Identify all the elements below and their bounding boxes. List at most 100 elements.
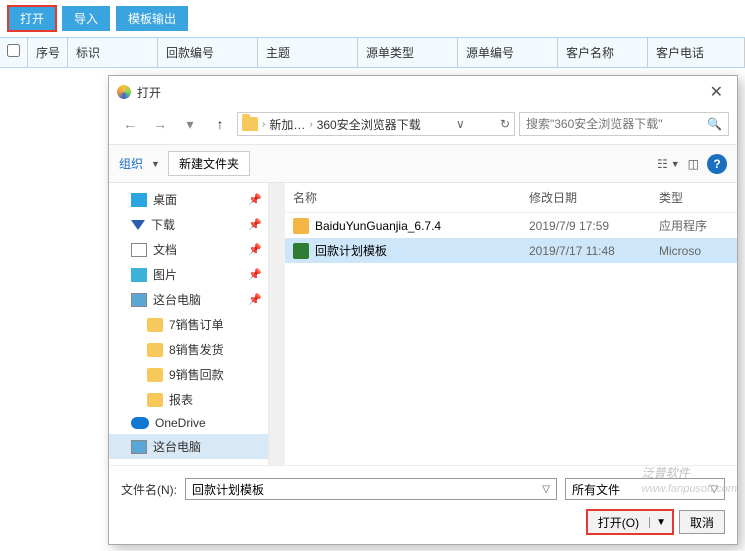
folder-icon	[147, 343, 163, 357]
tree-item-label: 报表	[169, 391, 193, 408]
tree-item-label: 下载	[151, 216, 175, 233]
tree-item-label: OneDrive	[155, 416, 206, 430]
close-button[interactable]: ✕	[704, 82, 729, 102]
view-mode-button[interactable]: ☷ ▼	[657, 157, 680, 171]
col-type[interactable]: 类型	[659, 189, 729, 206]
organize-menu[interactable]: 组织	[119, 155, 143, 172]
open-button[interactable]: 打开	[8, 6, 56, 31]
pin-icon: 📌	[248, 193, 262, 206]
dl-icon	[131, 220, 145, 230]
tree-item-label: 这台电脑	[153, 438, 201, 455]
refresh-icon[interactable]: ↻	[500, 117, 510, 131]
app-logo-icon	[117, 85, 131, 99]
open-file-dialog: 打开 ✕ ← → ▾ ↑ › 新加… › 360安全浏览器下载 ∨ ↻ 🔍 组织…	[108, 75, 738, 545]
tree-item[interactable]: 文档📌	[109, 237, 268, 262]
file-type: 应用程序	[659, 217, 729, 234]
col-subject[interactable]: 主题	[258, 38, 358, 67]
pin-icon: 📌	[248, 293, 262, 306]
tree-item[interactable]: 下载 📌	[109, 212, 268, 237]
tree-item[interactable]: 9销售回款	[109, 362, 268, 387]
open-file-button[interactable]: 打开(O) ▼	[587, 510, 673, 534]
select-all-checkbox[interactable]	[7, 44, 20, 57]
col-src-code[interactable]: 源单编号	[458, 38, 558, 67]
col-code[interactable]: 回款编号	[158, 38, 258, 67]
app-toolbar: 打开 导入 模板输出	[0, 0, 745, 37]
folder-icon	[147, 368, 163, 382]
import-button[interactable]: 导入	[62, 6, 110, 31]
tree-item[interactable]: 这台电脑	[109, 434, 268, 459]
tree-item[interactable]: 7销售订单	[109, 312, 268, 337]
pin-icon: 📌	[248, 268, 262, 281]
pc-icon	[131, 440, 147, 454]
cancel-button-label: 取消	[680, 514, 724, 531]
tree-item-label: 9销售回款	[169, 366, 224, 383]
filename-combobox[interactable]: ▽	[185, 478, 557, 500]
address-bar: ← → ▾ ↑ › 新加… › 360安全浏览器下载 ∨ ↻ 🔍	[109, 108, 737, 144]
pin-icon: 📌	[248, 243, 262, 256]
col-name[interactable]: 名称	[293, 189, 529, 206]
file-row[interactable]: 回款计划模板2019/7/17 11:48Microso	[285, 238, 737, 263]
col-modified[interactable]: 修改日期	[529, 189, 659, 206]
crumb-part1[interactable]: 新加…	[269, 116, 305, 133]
col-tel[interactable]: 客户电话	[648, 38, 745, 67]
file-row[interactable]: BaiduYunGuanjia_6.7.4 2019/7/9 17:59应用程序	[285, 213, 737, 238]
crumb-part2[interactable]: 360安全浏览器下载	[317, 116, 421, 133]
breadcrumb[interactable]: › 新加… › 360安全浏览器下载 ∨ ↻	[237, 112, 515, 136]
new-folder-button[interactable]: 新建文件夹	[168, 151, 250, 176]
col-mark[interactable]: 标识	[68, 38, 158, 67]
tree-item-label: 这台电脑	[153, 291, 201, 308]
preview-pane-button[interactable]: ◫	[688, 157, 699, 171]
address-dropdown-icon[interactable]: ∨	[456, 117, 465, 131]
search-icon[interactable]: 🔍	[707, 117, 722, 131]
file-filter-combobox[interactable]: 所有文件 ▽	[565, 478, 725, 500]
file-modified: 2019/7/9 17:59	[529, 219, 659, 233]
open-file-button-label: 打开(O)	[588, 514, 649, 531]
dialog-titlebar: 打开 ✕	[109, 76, 737, 108]
col-src-type[interactable]: 源单类型	[358, 38, 458, 67]
file-type: Microso	[659, 244, 729, 258]
filename-input[interactable]	[192, 482, 542, 496]
dialog-title: 打开	[137, 84, 704, 101]
chevron-down-icon[interactable]: ▽	[542, 484, 550, 495]
tree-item[interactable]: 报表	[109, 387, 268, 412]
chevron-right-icon: ›	[309, 119, 312, 130]
chevron-down-icon[interactable]: ▼	[151, 159, 160, 169]
search-input[interactable]	[526, 117, 707, 131]
file-exe-icon	[293, 218, 309, 234]
tree-item[interactable]: OneDrive	[109, 412, 268, 434]
open-split-dropdown[interactable]: ▼	[649, 517, 672, 528]
desktop-icon	[131, 193, 147, 207]
nav-recent-button[interactable]: ▾	[177, 112, 203, 136]
tree-item[interactable]: 8销售发货	[109, 337, 268, 362]
tree-item[interactable]: 这台电脑 📌	[109, 287, 268, 312]
tree-item[interactable]: 桌面 📌	[109, 187, 268, 212]
file-name: 回款计划模板	[315, 242, 387, 259]
tree-item-label: 桌面	[153, 191, 177, 208]
grid-checkbox-all[interactable]	[0, 38, 28, 67]
help-icon[interactable]: ?	[707, 154, 727, 174]
cancel-button[interactable]: 取消	[679, 510, 725, 534]
col-seq[interactable]: 序号	[28, 38, 68, 67]
nav-forward-button: →	[147, 112, 173, 136]
tree-item[interactable]: 图片📌	[109, 262, 268, 287]
file-name: BaiduYunGuanjia_6.7.4	[315, 219, 441, 233]
chevron-down-icon[interactable]: ▽	[710, 484, 718, 495]
folder-tree: 桌面📌下载📌文档📌图片📌这台电脑📌7销售订单8销售发货9销售回款报表OneDri…	[109, 183, 269, 465]
search-box[interactable]: 🔍	[519, 112, 729, 136]
filter-value: 所有文件	[572, 481, 710, 498]
nav-back-button[interactable]: ←	[117, 112, 143, 136]
dialog-bottom: 文件名(N): ▽ 所有文件 ▽ 打开(O) ▼ 取消	[109, 465, 737, 544]
chevron-right-icon: ›	[262, 119, 265, 130]
file-list: 名称 修改日期 类型 BaiduYunGuanjia_6.7.4 2019/7/9…	[285, 183, 737, 465]
pin-icon: 📌	[248, 218, 262, 231]
folder-icon	[147, 318, 163, 332]
file-list-header: 名称 修改日期 类型	[285, 183, 737, 213]
pic-icon	[131, 268, 147, 282]
nav-up-button[interactable]: ↑	[207, 112, 233, 136]
tree-scrollbar[interactable]	[269, 183, 285, 465]
template-export-button[interactable]: 模板输出	[116, 6, 188, 31]
pc-icon	[131, 293, 147, 307]
folder-icon	[242, 117, 258, 131]
tree-item-label: 8销售发货	[169, 341, 224, 358]
col-customer[interactable]: 客户名称	[558, 38, 648, 67]
